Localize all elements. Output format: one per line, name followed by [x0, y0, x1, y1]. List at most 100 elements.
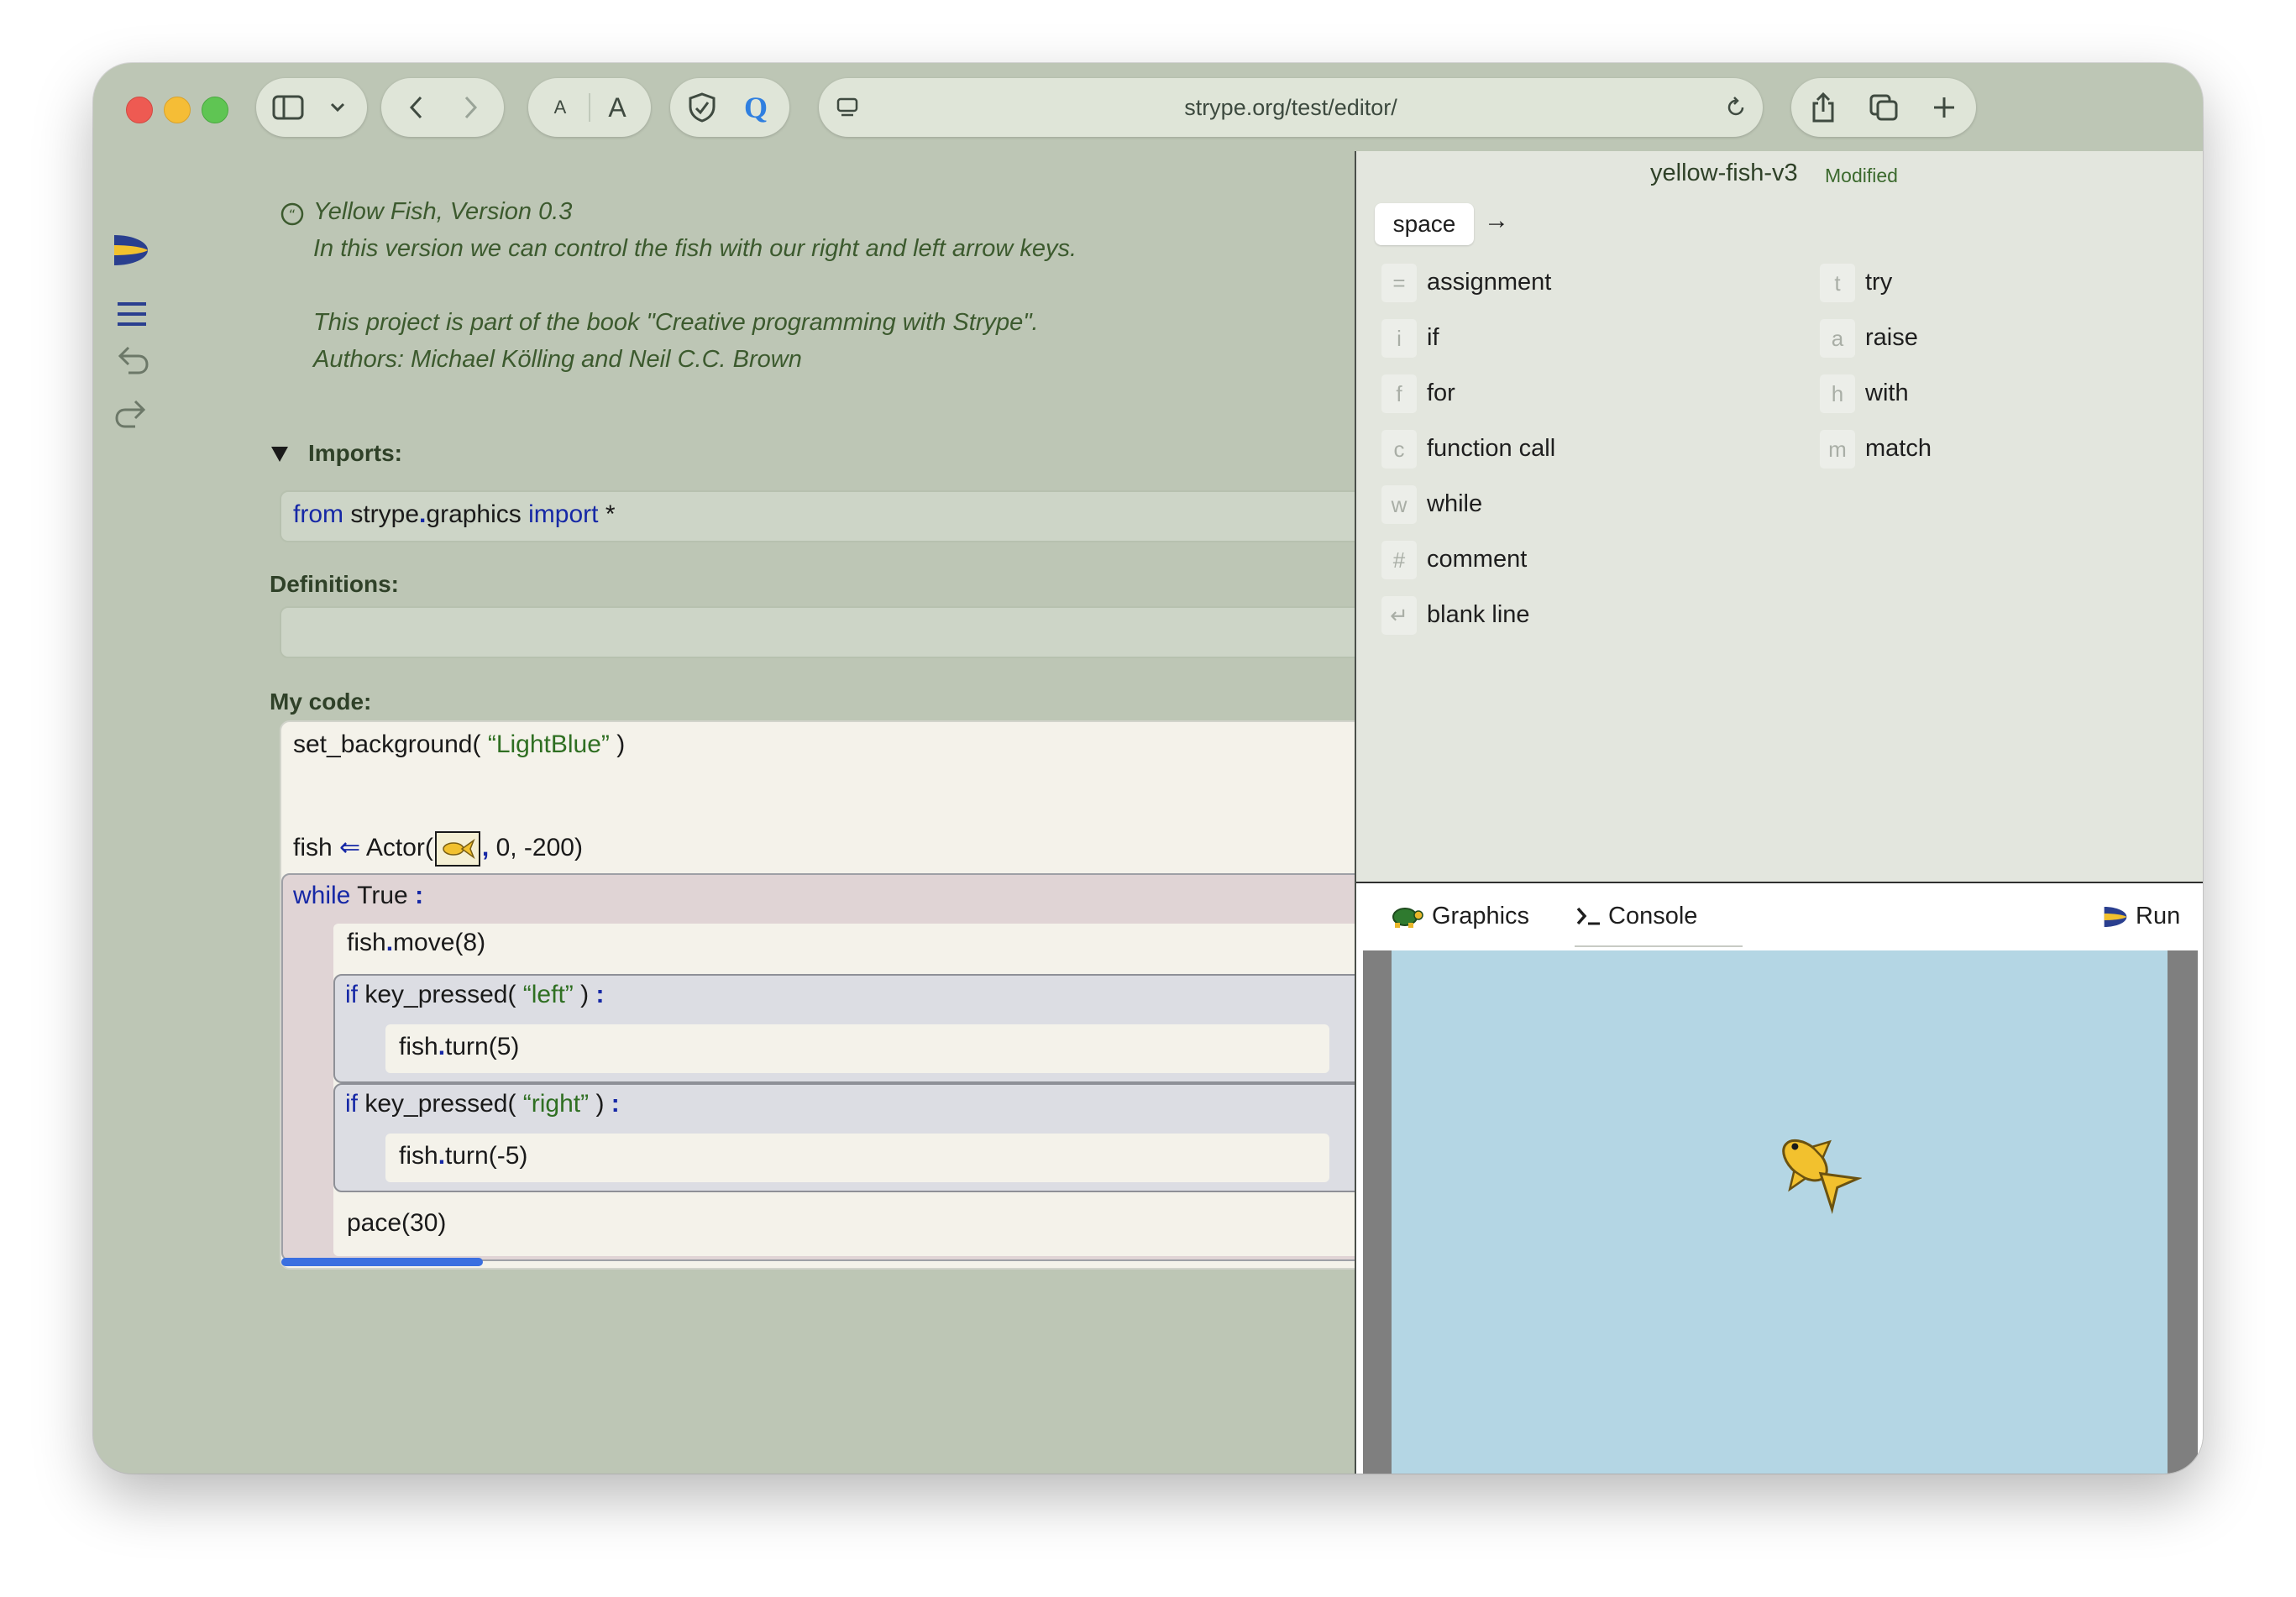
space-key-badge[interactable]: space: [1375, 203, 1474, 245]
command-label: blank line: [1427, 601, 1530, 628]
fish-turn-right-statement[interactable]: fish.turn(-5): [399, 1142, 527, 1170]
extensions-group: Q: [670, 78, 789, 137]
privacy-shield-button[interactable]: [684, 90, 721, 125]
function-name: key_pressed: [364, 1090, 508, 1118]
method-call: turn(5): [445, 1033, 520, 1060]
browser-window: A A Q strype.org/test/editor/ “ Yellow F…: [93, 63, 2203, 1474]
doc-comment-line: Yellow Fish, Version 0.3: [313, 198, 573, 225]
text-size-group: A A: [528, 78, 651, 137]
if-keyword: if: [345, 981, 358, 1008]
dot-operator: .: [385, 929, 394, 956]
pace-statement[interactable]: pace(30): [347, 1209, 446, 1238]
method-call: move(8): [393, 929, 486, 956]
colon: :: [415, 882, 424, 909]
assign-operator: ⇐: [339, 833, 361, 861]
command-shortcut-key: t: [1820, 264, 1855, 302]
reload-button[interactable]: [1719, 92, 1753, 123]
zoom-window-button[interactable]: [202, 97, 228, 123]
function-call: pace(30): [347, 1209, 447, 1237]
import-statement[interactable]: from strype.graphics import *: [293, 500, 616, 529]
if-keyword: if: [345, 1090, 358, 1118]
if-right-frame[interactable]: if key_pressed( “right” ) : fish.turn(-5…: [333, 1083, 1375, 1192]
command-label: with: [1865, 380, 1909, 406]
command-label: while: [1427, 490, 1483, 517]
while-header[interactable]: while True :: [293, 882, 423, 910]
new-tab-button[interactable]: [1926, 90, 1963, 125]
from-keyword: from: [293, 500, 343, 528]
function-name: key_pressed: [364, 981, 508, 1008]
method-call: turn(-5): [445, 1142, 528, 1170]
fish-turn-left-statement[interactable]: fish.turn(5): [399, 1033, 519, 1061]
main-code-block[interactable]: set_background( “LightBlue” ) fish ⇐ Act…: [280, 720, 1430, 1270]
string-literal: “right”: [522, 1090, 590, 1118]
fish-assignment-statement[interactable]: fish ⇐ Actor(, 0, -200): [293, 831, 583, 867]
graphics-viewport: [1363, 950, 2198, 1474]
if-left-body[interactable]: fish.turn(5): [385, 1024, 1329, 1073]
tab-console[interactable]: Console: [1575, 883, 1743, 949]
sidebar-toggle-button[interactable]: [271, 92, 305, 123]
while-loop-frame[interactable]: while True : fish.move(8) if key_pressed…: [281, 873, 1425, 1261]
command-shortcut-key: #: [1381, 541, 1417, 579]
tab-graphics-label: Graphics: [1432, 903, 1530, 929]
back-button[interactable]: [400, 92, 433, 123]
if-right-header[interactable]: if key_pressed( “right” ) :: [345, 1090, 620, 1118]
command-label: try: [1865, 269, 1893, 296]
while-body[interactable]: fish.move(8) if key_pressed( “left” ) : …: [333, 924, 1375, 1256]
if-left-header[interactable]: if key_pressed( “left” ) :: [345, 981, 604, 1009]
strype-run-icon: [2104, 907, 2127, 927]
definitions-label: Definitions:: [270, 571, 399, 597]
close-window-button[interactable]: [126, 97, 153, 123]
url-text[interactable]: strype.org/test/editor/: [819, 78, 1763, 137]
while-condition: True: [357, 882, 408, 909]
doc-comment-line: This project is part of the book "Creati…: [313, 309, 1039, 336]
project-status: Modified: [1825, 165, 1898, 186]
project-doc-comment[interactable]: “ Yellow Fish, Version 0.3 In this versi…: [280, 191, 1338, 373]
chevron-right-icon: [464, 96, 478, 119]
show-tabs-button[interactable]: [1865, 90, 1902, 125]
my-code-label: My code:: [270, 689, 372, 715]
fish-image-literal[interactable]: [434, 831, 480, 867]
chevron-down-icon: [330, 102, 345, 113]
project-name[interactable]: yellow-fish-v3: [1650, 160, 1798, 187]
triangle-down-icon: [271, 447, 288, 462]
module-name: strype: [350, 500, 420, 528]
strype-logo[interactable]: [111, 230, 151, 270]
share-button[interactable]: [1805, 90, 1842, 125]
undo-button[interactable]: [113, 343, 150, 378]
minimize-window-button[interactable]: [164, 97, 191, 123]
forward-button[interactable]: [453, 92, 487, 123]
imports-label: Imports:: [308, 440, 402, 466]
set-background-statement[interactable]: set_background( “LightBlue” ): [293, 730, 625, 759]
tab-graphics[interactable]: Graphics: [1365, 883, 1556, 949]
main-menu-button[interactable]: [115, 299, 149, 329]
fish-move-statement[interactable]: fish.move(8): [347, 929, 485, 957]
code-editor: “ Yellow Fish, Version 0.3 In this versi…: [169, 151, 1430, 1474]
tab-underline: [1575, 945, 1743, 947]
imports-collapse-toggle[interactable]: [270, 443, 290, 463]
definitions-slot[interactable]: [280, 606, 1430, 658]
command-label: if: [1427, 324, 1439, 351]
divider: [589, 93, 590, 122]
imports-slot[interactable]: from strype.graphics import *: [280, 490, 1430, 542]
import-target: *: [605, 500, 616, 528]
plus-icon: [1934, 97, 1954, 118]
command-shortcut-key: a: [1820, 319, 1855, 358]
string-literal: “left”: [522, 981, 574, 1008]
increase-text-size-button[interactable]: A: [600, 78, 634, 137]
history-navigation-group: [381, 78, 504, 137]
redo-button[interactable]: [113, 396, 150, 432]
graphics-canvas[interactable]: [1392, 950, 2168, 1474]
if-right-body[interactable]: fish.turn(-5): [385, 1134, 1329, 1182]
window-actions-group: [1791, 78, 1976, 137]
variable-name: fish: [399, 1033, 438, 1060]
share-icon: [1812, 92, 1834, 123]
address-bar[interactable]: strype.org/test/editor/: [819, 78, 1763, 137]
fish-thumbnail-icon: [443, 838, 475, 860]
run-button[interactable]: Run: [2102, 883, 2194, 949]
tab-overview-menu-button[interactable]: [325, 92, 350, 123]
fish-actor-sprite: [1782, 1139, 1862, 1214]
actor-args: 0, -200: [495, 833, 574, 861]
decrease-text-size-button[interactable]: A: [543, 78, 577, 137]
reader-extension-button[interactable]: Q: [737, 78, 774, 137]
if-left-frame[interactable]: if key_pressed( “left” ) : fish.turn(5): [333, 974, 1375, 1083]
